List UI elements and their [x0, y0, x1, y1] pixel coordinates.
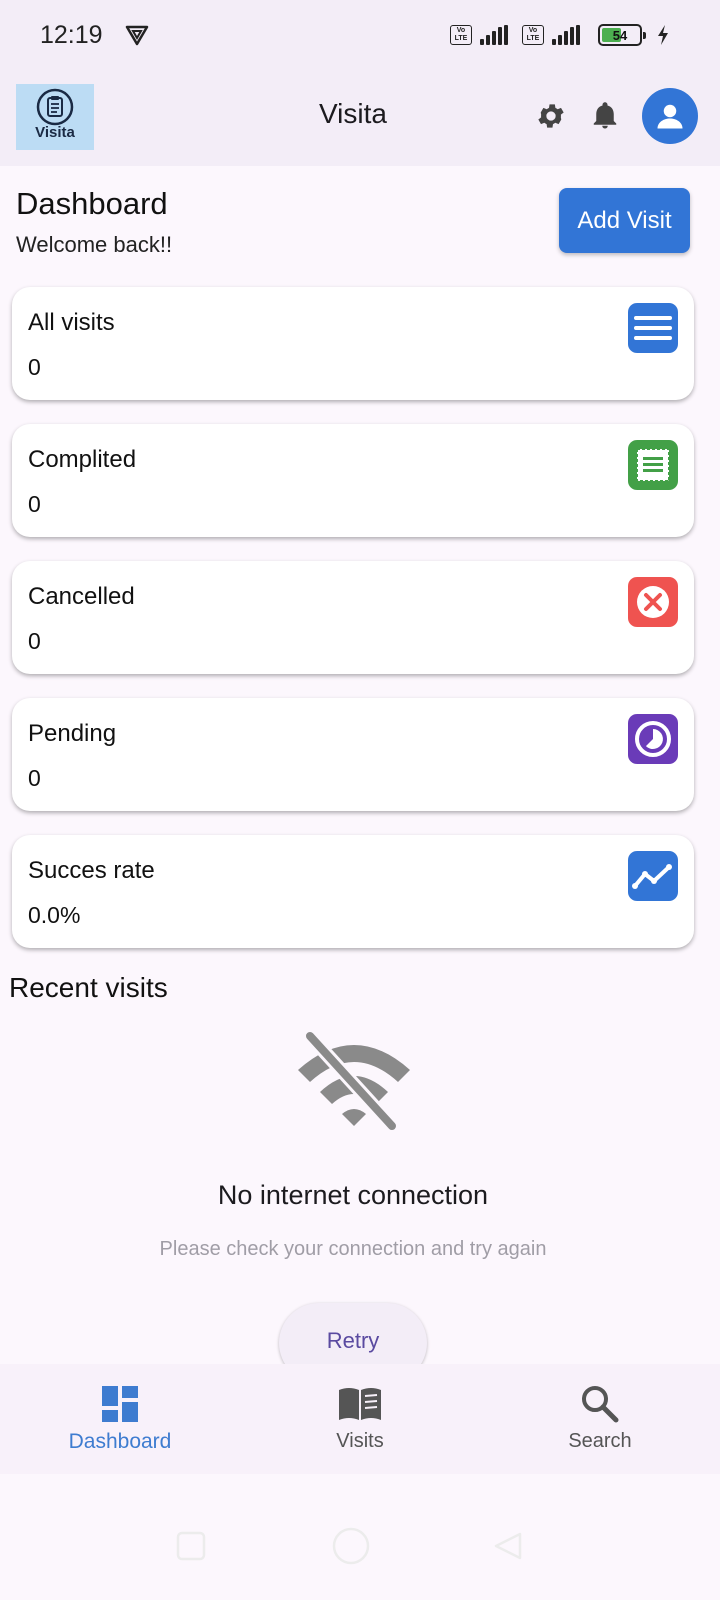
welcome-text: Welcome back!! — [16, 232, 173, 257]
stat-label: Complited — [28, 446, 137, 473]
volte-badge-2: Vo LTE — [522, 25, 544, 45]
recent-visits-title: Recent visits — [9, 972, 168, 1003]
stat-label: Succes rate — [28, 857, 155, 884]
wifi-off-icon — [298, 1031, 410, 1130]
stat-card-all-visits[interactable]: All visits 0 — [12, 287, 694, 400]
charging-icon — [658, 25, 668, 45]
offline-message: Please check your connection and try aga… — [159, 1238, 547, 1260]
nav-label: Visits — [336, 1430, 384, 1452]
dashboard-icon — [102, 1386, 138, 1422]
settings-button[interactable] — [534, 99, 568, 133]
gear-icon — [538, 104, 564, 128]
bell-icon — [593, 102, 617, 129]
stat-card-pending[interactable]: Pending 0 — [12, 698, 694, 811]
notifications-button[interactable] — [588, 99, 622, 133]
signal-icon-2 — [552, 25, 580, 45]
cancel-icon — [628, 577, 678, 627]
stat-value: 0 — [28, 765, 41, 791]
battery-level: 54 — [612, 27, 628, 43]
nav-item-visits[interactable]: Visits — [240, 1364, 480, 1474]
search-icon — [582, 1386, 619, 1423]
status-time: 12:19 — [40, 20, 103, 49]
system-navigation-bar — [0, 1474, 720, 1600]
trending-icon — [628, 851, 678, 901]
stat-value: 0 — [28, 491, 41, 517]
add-visit-button[interactable]: Add Visit — [559, 188, 690, 253]
nav-item-search[interactable]: Search — [480, 1364, 720, 1474]
stat-card-completed[interactable]: Complited 0 — [12, 424, 694, 537]
profile-avatar[interactable] — [642, 88, 698, 144]
stat-value: 0 — [28, 628, 41, 654]
receipt-icon — [628, 440, 678, 490]
stat-value: 0 — [28, 354, 41, 380]
stat-label: Pending — [28, 720, 117, 747]
stat-label: All visits — [28, 309, 115, 336]
app-bar: Visita Visita — [0, 70, 720, 166]
stat-label: Cancelled — [28, 583, 135, 610]
home-icon[interactable] — [331, 1526, 371, 1566]
person-icon — [657, 104, 683, 129]
vpn-icon — [125, 25, 148, 46]
back-icon[interactable] — [492, 1530, 524, 1562]
nav-item-dashboard[interactable]: Dashboard — [0, 1364, 240, 1474]
stat-card-cancelled[interactable]: Cancelled 0 — [12, 561, 694, 674]
offline-title: No internet connection — [217, 1180, 489, 1210]
nav-label: Search — [568, 1430, 632, 1452]
battery-icon: 54 — [598, 24, 646, 46]
book-icon — [339, 1388, 381, 1420]
timelapse-icon — [628, 714, 678, 764]
dashboard-header: Dashboard Welcome back!! — [16, 186, 172, 258]
volte-badge: Vo LTE — [450, 25, 472, 45]
menu-icon — [628, 303, 678, 353]
bottom-navigation: Dashboard Visits Search — [0, 1364, 720, 1474]
recents-icon[interactable] — [175, 1530, 207, 1562]
signal-icon — [480, 25, 508, 45]
stat-card-success-rate[interactable]: Succes rate 0.0% — [12, 835, 694, 948]
status-bar: 12:19 Vo LTE Vo LTE 54 — [0, 0, 720, 70]
stat-value: 0.0% — [28, 902, 81, 928]
nav-label: Dashboard — [68, 1430, 172, 1453]
page-title: Dashboard — [16, 186, 168, 221]
